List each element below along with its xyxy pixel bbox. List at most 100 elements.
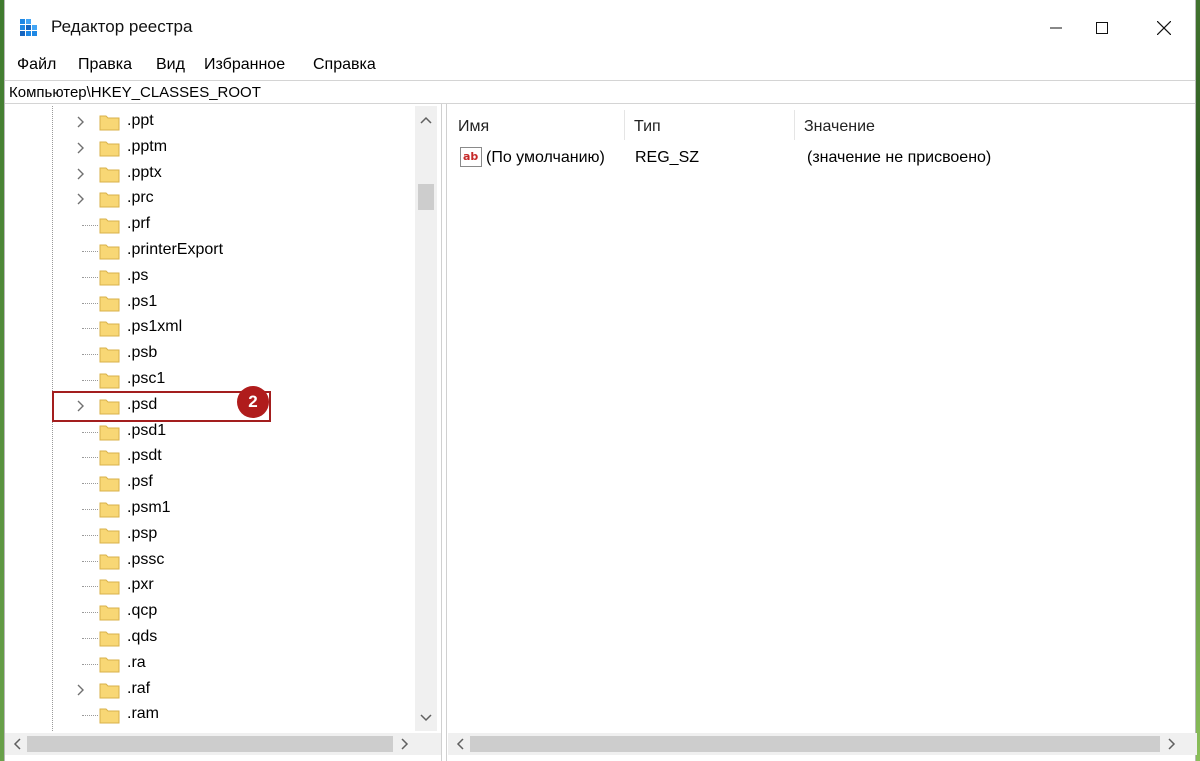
tree-item-label: .ra (127, 653, 146, 671)
expand-chevron-icon[interactable] (74, 115, 88, 129)
tree-connector-line (82, 715, 98, 717)
folder-icon (99, 192, 120, 208)
tree-connector-line (82, 328, 98, 330)
tree-connector-line (82, 483, 98, 485)
svg-text:ab: ab (463, 150, 478, 163)
tree-item[interactable]: .psf (5, 470, 415, 496)
tree-item-label: .qds (127, 628, 158, 645)
registry-editor-icon (20, 19, 37, 36)
menu-favorites[interactable]: Избранное (204, 56, 285, 74)
folder-icon (99, 425, 120, 441)
close-button[interactable] (1141, 10, 1187, 46)
tree-item[interactable]: .psc1 (5, 367, 415, 393)
folder-icon (99, 296, 120, 312)
tree-item[interactable]: .psp (5, 522, 415, 548)
tree-item[interactable]: .ppt (5, 109, 415, 135)
tree-item-label: .ppt (127, 112, 154, 129)
tree-item-label: .psp (127, 524, 158, 542)
values-horizontal-scrollbar[interactable] (448, 733, 1197, 755)
scroll-right-icon[interactable] (399, 738, 411, 750)
tree-horizontal-scrollbar[interactable] (5, 733, 419, 755)
tree-item[interactable]: .ps1xml (5, 315, 415, 341)
folder-icon (99, 605, 120, 621)
menu-view[interactable]: Вид (156, 56, 185, 74)
tree-item-label: .psm1 (127, 499, 171, 516)
close-icon (1157, 21, 1171, 35)
expand-chevron-icon[interactable] (74, 192, 88, 206)
tree-connector-line (82, 509, 98, 510)
scroll-right-icon[interactable] (1166, 738, 1178, 750)
tree-item[interactable]: .ps (5, 264, 415, 290)
values-list-pane[interactable]: Имя Тип Значение ab (По умолчанию) REG_S… (448, 106, 1197, 731)
value-type: REG_SZ (635, 149, 700, 166)
tree-item[interactable]: .pxr (5, 573, 415, 599)
tree-vertical-scrollbar[interactable] (415, 106, 437, 731)
tree-item[interactable]: .pptx (5, 161, 415, 187)
scroll-left-icon[interactable] (11, 738, 23, 750)
tree-item[interactable]: .pssc (5, 548, 415, 574)
tree-hscroll-thumb[interactable] (27, 736, 393, 752)
tree-item[interactable]: .qds (5, 625, 415, 651)
tree-item-label: .ps1xml (127, 318, 183, 336)
column-header-name[interactable]: Имя (448, 106, 624, 144)
menu-bar: Файл Правка Вид Избранное Справка (5, 53, 1195, 78)
value-row[interactable]: ab (По умолчанию) REG_SZ (значение не пр… (448, 146, 1197, 170)
tree-item-label: .raf (127, 679, 151, 697)
tree-item-label: .ps (127, 266, 149, 284)
tree-item[interactable]: .printerExport (5, 238, 415, 264)
column-header-type[interactable]: Тип (624, 106, 794, 144)
tree-item[interactable]: .raf (5, 677, 415, 703)
tree-item[interactable]: .ps1 (5, 290, 415, 316)
menu-help[interactable]: Справка (313, 56, 376, 74)
folder-icon (99, 270, 120, 286)
folder-icon (99, 347, 120, 363)
maximize-button[interactable] (1079, 10, 1125, 46)
scrollbar-corner (419, 733, 441, 755)
tree-item[interactable]: .prf (5, 212, 415, 238)
scroll-left-icon[interactable] (454, 738, 466, 750)
folder-icon (99, 631, 120, 647)
scroll-down-icon[interactable] (420, 712, 432, 724)
tree-item[interactable]: .psm1 (5, 496, 415, 522)
column-header-value[interactable]: Значение (794, 106, 1094, 144)
tree-connector-line (82, 225, 98, 227)
minimize-button[interactable] (1033, 10, 1079, 46)
expand-chevron-icon[interactable] (74, 167, 88, 181)
tree-item-label: .prf (127, 215, 151, 233)
tree-item-label: .pptx (127, 163, 162, 181)
folder-icon (99, 554, 120, 570)
expand-chevron-icon[interactable] (74, 683, 88, 697)
value-data: (значение не присвоено) (807, 149, 992, 166)
tree-connector-line (82, 560, 98, 562)
folder-icon (99, 528, 120, 544)
tree-item[interactable]: .psb (5, 341, 415, 367)
tree-item[interactable]: .psdt (5, 444, 415, 470)
menu-file[interactable]: Файл (17, 56, 56, 74)
scroll-up-icon[interactable] (420, 114, 432, 126)
tree-item[interactable]: .qcp (5, 599, 415, 625)
tree-scroll-thumb[interactable] (418, 184, 434, 210)
tree-item[interactable]: .ra (5, 651, 415, 677)
value-name: (По умолчанию) (486, 149, 605, 166)
folder-icon (99, 683, 120, 699)
address-bar[interactable]: Компьютер\HKEY_CLASSES_ROOT (5, 80, 1195, 104)
tree-connector-line (82, 380, 98, 381)
folder-icon (99, 141, 120, 157)
tree-item-label: .psb (127, 344, 158, 362)
tree-item-label: .prc (127, 189, 154, 207)
title-bar[interactable]: Редактор реестра (5, 0, 1195, 52)
tree-item[interactable]: .pptm (5, 135, 415, 161)
tree-item-label: .psf (127, 473, 153, 491)
values-hscroll-thumb[interactable] (470, 736, 1160, 752)
tree-item[interactable]: .prc (5, 186, 415, 212)
tree-item[interactable]: .psd1 (5, 419, 415, 445)
expand-chevron-icon[interactable] (74, 141, 88, 155)
tree-item[interactable]: .ram (5, 702, 415, 728)
pane-splitter[interactable] (441, 104, 447, 761)
menu-edit[interactable]: Правка (78, 56, 132, 74)
folder-icon (99, 450, 120, 466)
folder-icon (99, 373, 120, 389)
tree-connector-line (82, 251, 98, 252)
folder-icon (99, 502, 120, 518)
window-title: Редактор реестра (51, 17, 193, 36)
